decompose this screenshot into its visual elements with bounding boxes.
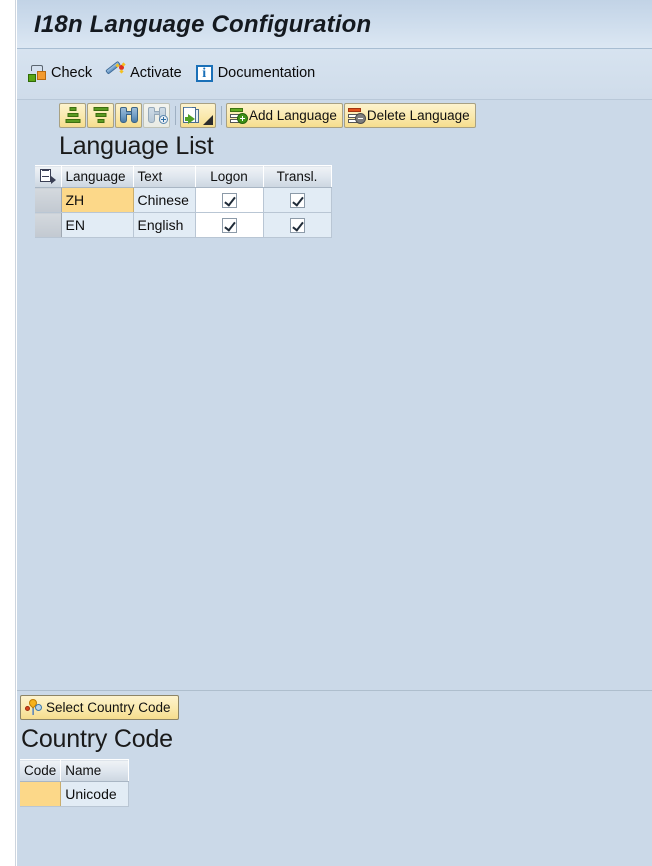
application-window: I18n Language Configuration Check Activa… xyxy=(0,0,652,866)
export-button[interactable] xyxy=(180,102,216,128)
country-code-grid: Code Name Unicode xyxy=(17,759,652,807)
select-country-code-icon xyxy=(25,696,42,716)
language-list-grid: Language Text Logon Transl. ZH Chinese E… xyxy=(17,165,652,238)
add-language-icon xyxy=(230,107,248,124)
find-next-button[interactable] xyxy=(143,102,170,128)
cell-logon[interactable] xyxy=(195,187,264,213)
cell-text[interactable]: English xyxy=(133,212,196,238)
sort-descending-button[interactable] xyxy=(87,102,114,128)
country-code-title: Country Code xyxy=(17,722,652,759)
column-header-transl[interactable]: Transl. xyxy=(263,165,332,188)
cell-code[interactable] xyxy=(20,781,62,807)
toolbar-separator-2 xyxy=(221,105,222,125)
cell-language[interactable]: ZH xyxy=(61,187,134,213)
activate-button[interactable]: Activate xyxy=(104,59,194,87)
info-icon xyxy=(195,64,213,82)
export-icon xyxy=(183,106,200,124)
cell-text[interactable]: Chinese xyxy=(133,187,196,213)
cell-logon[interactable] xyxy=(195,212,264,238)
logon-checkbox[interactable] xyxy=(221,192,237,208)
action-bar: Check Activate Documentation xyxy=(17,49,652,100)
cell-transl[interactable] xyxy=(263,187,332,213)
check-icon xyxy=(28,64,46,82)
delete-language-icon xyxy=(347,107,366,124)
logon-checkbox[interactable] xyxy=(221,217,237,233)
language-list-title: Language List xyxy=(17,130,652,165)
country-code-empty-area xyxy=(17,807,652,837)
add-language-button[interactable]: Add Language xyxy=(226,102,343,128)
activate-button-label: Activate xyxy=(130,65,182,81)
language-table: Language Text Logon Transl. ZH Chinese E… xyxy=(35,165,332,238)
row-selector[interactable] xyxy=(35,187,62,213)
grid-empty-area xyxy=(17,238,652,690)
sort-descending-icon xyxy=(93,107,108,123)
select-country-code-button-label: Select Country Code xyxy=(46,700,171,715)
find-next-icon xyxy=(147,107,168,124)
export-dropdown-arrow-icon[interactable] xyxy=(203,114,213,125)
check-button-label: Check xyxy=(51,65,93,81)
column-header-text[interactable]: Text xyxy=(133,165,196,188)
page-title: I18n Language Configuration xyxy=(34,11,372,38)
find-button[interactable] xyxy=(115,102,142,128)
column-header-language[interactable]: Language xyxy=(61,165,134,188)
country-code-toolbar: Select Country Code xyxy=(17,691,652,722)
toolbar-separator-1 xyxy=(175,105,176,125)
transl-checkbox[interactable] xyxy=(289,192,305,208)
cell-name[interactable]: Unicode xyxy=(60,781,130,807)
delete-language-button[interactable]: Delete Language xyxy=(343,102,476,128)
delete-language-button-label: Delete Language xyxy=(366,107,470,123)
select-country-code-button[interactable]: Select Country Code xyxy=(20,695,179,720)
find-icon xyxy=(119,107,138,123)
table-settings-icon[interactable] xyxy=(40,169,57,185)
table-row[interactable]: EN English xyxy=(35,212,332,238)
add-language-button-label: Add Language xyxy=(249,107,337,123)
magic-wand-icon xyxy=(105,60,126,83)
cell-language[interactable]: EN xyxy=(61,212,134,238)
column-header-code[interactable]: Code xyxy=(20,759,62,782)
documentation-button-label: Documentation xyxy=(217,65,316,81)
row-selector[interactable] xyxy=(35,212,62,238)
sort-ascending-button[interactable] xyxy=(59,102,86,128)
sort-ascending-icon xyxy=(65,107,80,123)
left-gutter xyxy=(0,0,16,866)
table-row[interactable]: Unicode xyxy=(20,781,130,807)
transl-checkbox[interactable] xyxy=(289,217,305,233)
grid-toolbar: Add Language Delete Language xyxy=(17,100,652,130)
title-bar: I18n Language Configuration xyxy=(17,0,652,49)
table-header-row: Language Text Logon Transl. xyxy=(35,165,332,188)
shell: I18n Language Configuration Check Activa… xyxy=(17,0,652,866)
documentation-button[interactable]: Documentation xyxy=(194,59,328,87)
cell-transl[interactable] xyxy=(263,212,332,238)
country-code-table: Code Name Unicode xyxy=(20,759,130,807)
column-header-name[interactable]: Name xyxy=(60,759,130,782)
table-row[interactable]: ZH Chinese xyxy=(35,187,332,213)
column-header-logon[interactable]: Logon xyxy=(195,165,264,188)
table-header-row: Code Name xyxy=(20,759,130,782)
table-settings-header[interactable] xyxy=(35,165,62,188)
check-button[interactable]: Check xyxy=(26,59,104,87)
